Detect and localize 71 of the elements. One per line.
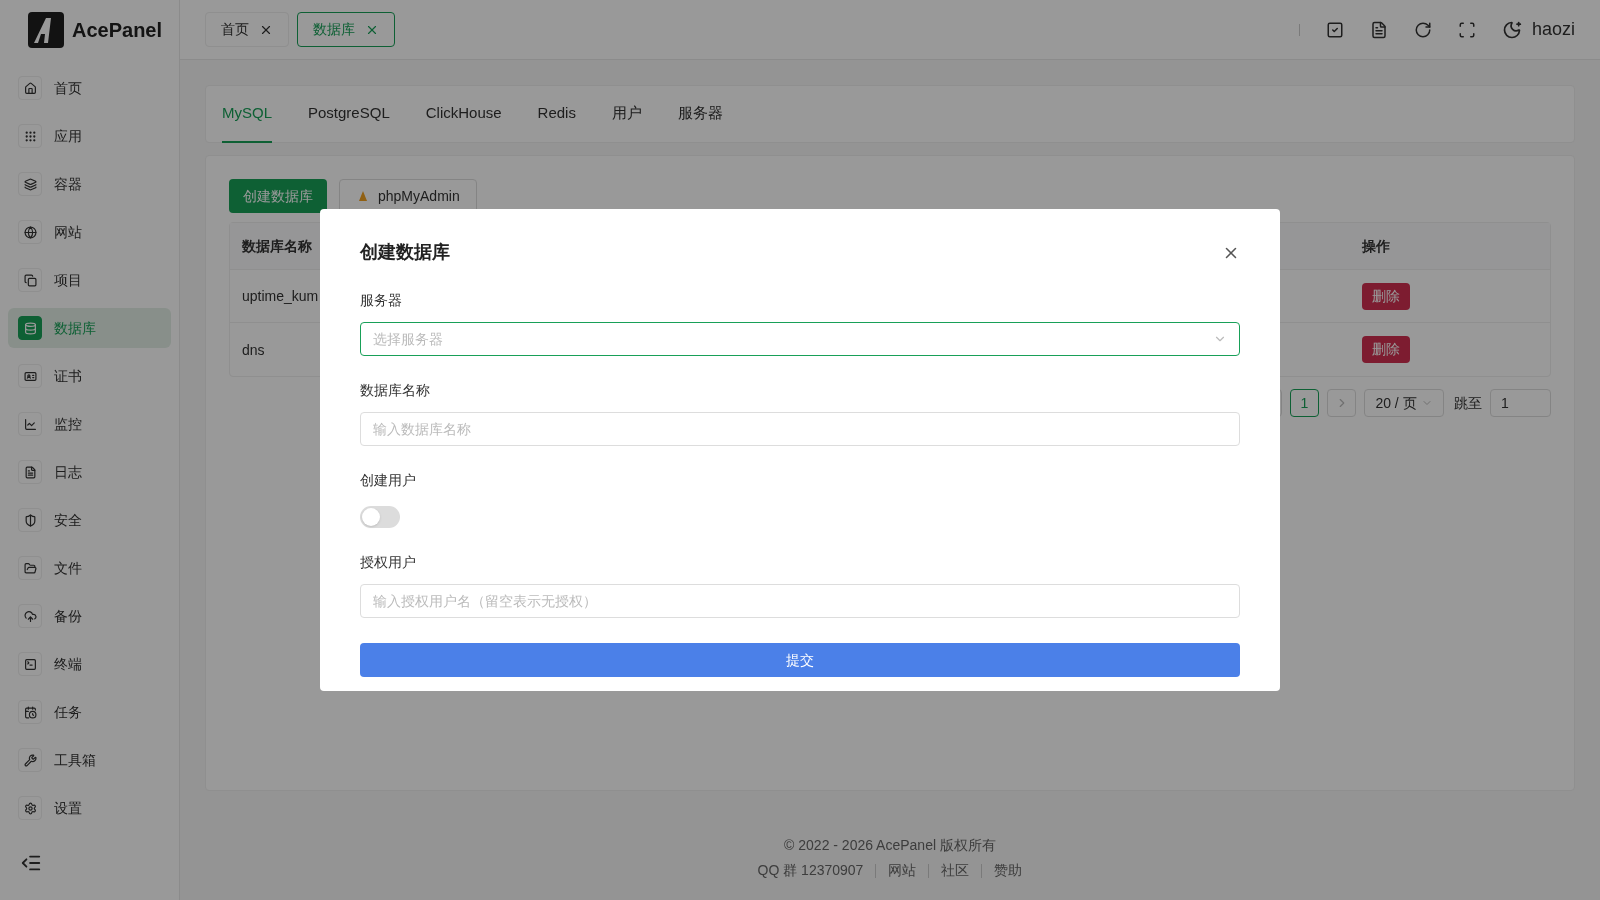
folder-icon <box>18 556 42 580</box>
document-icon <box>18 460 42 484</box>
sidebar-item[interactable]: 备份 <box>8 596 171 636</box>
sidebar-item[interactable]: 证书 <box>8 356 171 396</box>
jump-page-field[interactable]: 1 <box>1490 389 1551 417</box>
table-cell: dns <box>242 341 265 358</box>
calendar-clock-icon <box>18 700 42 724</box>
database-tab[interactable]: PostgreSQL <box>308 85 390 143</box>
delete-button[interactable]: 删除 <box>1362 282 1410 310</box>
database-tab[interactable]: 服务器 <box>677 85 723 143</box>
logo-icon <box>28 12 64 48</box>
user-name[interactable]: haozi <box>1531 16 1575 43</box>
refresh-icon[interactable] <box>1413 20 1432 39</box>
terminal-icon <box>18 652 42 676</box>
sidebar-item[interactable]: 容器 <box>8 164 171 204</box>
moon-icon[interactable] <box>1501 19 1522 40</box>
checkbox-icon[interactable] <box>1325 20 1344 39</box>
database-tab[interactable]: Redis <box>537 85 576 143</box>
database-tab[interactable]: ClickHouse <box>425 85 502 143</box>
home-icon <box>18 76 42 100</box>
cloud-upload-icon <box>18 604 42 628</box>
field-label: 授权用户 <box>360 553 417 572</box>
globe-icon <box>18 220 42 244</box>
sidebar-item[interactable]: 项目 <box>8 260 171 300</box>
brand-name: AcePanel <box>72 18 163 43</box>
line-chart-icon <box>18 412 42 436</box>
sidebar-item[interactable]: 日志 <box>8 452 171 492</box>
toggle-switch[interactable] <box>360 506 400 528</box>
submit-button[interactable]: 提交 <box>360 643 1240 677</box>
sidebar-item[interactable]: 网站 <box>8 212 171 252</box>
column-header: 数据库名称 <box>242 238 312 254</box>
sidebar-item[interactable]: 任务 <box>8 692 171 732</box>
grid-icon <box>18 124 42 148</box>
page-tab[interactable]: 首页 <box>205 12 289 47</box>
database-icon <box>18 316 42 340</box>
database-tab[interactable]: 用户 <box>611 85 642 143</box>
wrench-icon <box>18 748 42 772</box>
sidebar-item[interactable]: 文件 <box>8 548 171 588</box>
jump-label: 跳至 <box>1454 393 1482 413</box>
sidebar-item[interactable]: 工具箱 <box>8 740 171 780</box>
tab-label: 数据库 <box>313 20 355 39</box>
shield-icon <box>18 508 42 532</box>
fullscreen-icon[interactable] <box>1457 20 1476 39</box>
sidebar-item[interactable]: 终端 <box>8 644 171 684</box>
text-input-field[interactable]: 输入数据库名称 <box>360 412 1240 446</box>
sidebar-item[interactable]: 设置 <box>8 788 171 828</box>
sidebar-item[interactable]: 安全 <box>8 500 171 540</box>
footer-link[interactable]: 网站 <box>888 860 917 881</box>
layers-icon <box>18 172 42 196</box>
settings-icon <box>18 796 42 820</box>
sidebar-item[interactable]: 应用 <box>8 116 171 156</box>
field-label: 创建用户 <box>360 471 417 490</box>
delete-button[interactable]: 删除 <box>1362 336 1410 363</box>
footer-link[interactable]: 赞助 <box>994 860 1023 881</box>
tab-label: 首页 <box>221 20 249 39</box>
page-size-select[interactable]: 20 / 页 <box>1364 389 1444 417</box>
field-label: 数据库名称 <box>360 381 431 400</box>
copyright-text: © 2022 - 2026 AcePanel 版权所有 <box>784 836 996 855</box>
document-icon[interactable] <box>1369 20 1388 39</box>
sidebar-item[interactable]: 首页 <box>8 68 171 108</box>
column-header: 操作 <box>1362 236 1390 256</box>
dialog-title: 创建数据库 <box>360 241 450 264</box>
sidebar-item[interactable]: 监控 <box>8 404 171 444</box>
footer-link[interactable]: QQ 群 12370907 <box>757 860 864 881</box>
footer-link[interactable]: 社区 <box>941 860 970 881</box>
table-cell: uptime_kum <box>242 288 319 304</box>
hat-icon <box>356 189 370 203</box>
text-input-field[interactable]: 输入授权用户名（留空表示无授权） <box>360 584 1240 618</box>
folder-stack-icon <box>18 268 42 292</box>
certificate-icon <box>18 364 42 388</box>
field-label: 服务器 <box>360 291 403 310</box>
